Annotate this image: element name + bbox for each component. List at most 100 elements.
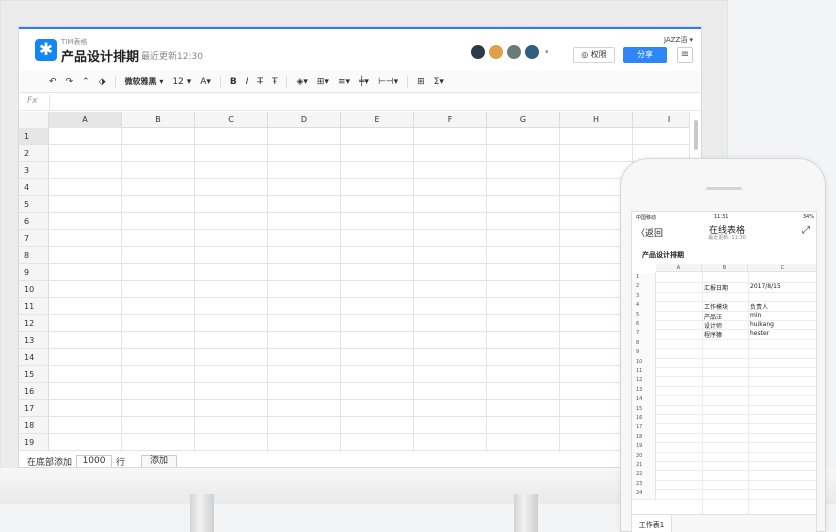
phone-row-header[interactable]: 15 bbox=[632, 404, 656, 414]
avatar[interactable] bbox=[507, 45, 521, 59]
column-header[interactable]: B bbox=[122, 112, 195, 128]
phone-column-header[interactable]: A bbox=[656, 264, 702, 272]
underline-button[interactable]: Ŧ bbox=[272, 77, 278, 87]
align-icon[interactable]: ≡▾ bbox=[338, 77, 350, 87]
phone-row-header[interactable]: 21 bbox=[632, 461, 656, 471]
phone-cell[interactable]: 2017/8/15 bbox=[750, 283, 781, 290]
column-header[interactable]: C bbox=[195, 112, 268, 128]
row-header[interactable]: 4 bbox=[19, 179, 49, 196]
permission-button[interactable]: ◎ 权限 bbox=[573, 47, 615, 63]
column-header[interactable]: A bbox=[49, 112, 122, 128]
phone-row-header[interactable]: 22 bbox=[632, 470, 656, 480]
freeze-icon[interactable]: ⊞ bbox=[417, 77, 425, 87]
formula-input[interactable] bbox=[49, 94, 701, 110]
column-header[interactable]: E bbox=[341, 112, 414, 128]
row-header[interactable]: 15 bbox=[19, 366, 49, 383]
phone-row-header[interactable]: 6 bbox=[632, 320, 656, 330]
phone-column-header[interactable]: B bbox=[702, 264, 748, 272]
sheet-tab[interactable]: 工作表1 bbox=[632, 515, 672, 532]
column-header[interactable]: G bbox=[487, 112, 560, 128]
undo-icon[interactable]: ↶ bbox=[49, 77, 57, 87]
phone-column-header[interactable]: C bbox=[748, 264, 816, 272]
row-header[interactable]: 10 bbox=[19, 281, 49, 298]
phone-row-header[interactable]: 10 bbox=[632, 357, 656, 367]
select-all-corner[interactable] bbox=[19, 112, 49, 128]
redo-icon[interactable]: ↷ bbox=[66, 77, 74, 87]
share-icon[interactable]: ⤢ bbox=[802, 225, 810, 236]
strikethrough-button[interactable]: T̶ bbox=[257, 77, 263, 87]
phone-cell[interactable]: 汇报日期 bbox=[704, 283, 728, 292]
phone-row-header[interactable]: 7 bbox=[632, 329, 656, 339]
avatar[interactable] bbox=[525, 45, 539, 59]
phone-row-header[interactable]: 16 bbox=[632, 414, 656, 424]
merge-cells-icon[interactable]: ⊢⊣▾ bbox=[378, 77, 398, 87]
add-rows-button[interactable]: 添加 bbox=[141, 454, 178, 467]
phone-cell[interactable]: hester bbox=[750, 330, 769, 337]
phone-row-header[interactable]: 3 bbox=[632, 291, 656, 302]
phone-row-header[interactable]: 11 bbox=[632, 367, 656, 377]
phone-cell[interactable]: min bbox=[750, 312, 761, 319]
phone-cell[interactable]: 设计师 bbox=[704, 321, 722, 330]
row-header[interactable]: 9 bbox=[19, 264, 49, 281]
phone-row-header[interactable]: 12 bbox=[632, 376, 656, 386]
phone-row-header[interactable]: 17 bbox=[632, 423, 656, 433]
phone-row-header[interactable]: 13 bbox=[632, 385, 656, 396]
vertical-align-icon[interactable]: ╪▾ bbox=[359, 77, 369, 87]
bold-button[interactable]: B bbox=[230, 77, 237, 87]
avatar[interactable] bbox=[489, 45, 503, 59]
menu-icon[interactable]: ≡ bbox=[677, 47, 693, 63]
phone-cell[interactable]: 程序猿 bbox=[704, 330, 722, 339]
user-name[interactable]: JAZZ滔 ▾ bbox=[664, 35, 693, 45]
phone-row-header[interactable]: 1 bbox=[632, 273, 656, 283]
collaborator-avatars[interactable]: ▾ bbox=[471, 45, 549, 59]
fill-color-icon[interactable]: ◈▾ bbox=[296, 77, 307, 87]
phone-row-header[interactable]: 2 bbox=[632, 282, 656, 292]
italic-button[interactable]: I bbox=[246, 77, 249, 87]
column-header[interactable]: I bbox=[633, 112, 701, 128]
border-icon[interactable]: ⊞▾ bbox=[317, 77, 329, 87]
phone-row-header[interactable]: 18 bbox=[632, 432, 656, 443]
row-header[interactable]: 6 bbox=[19, 213, 49, 230]
back-button[interactable]: 〈返回 bbox=[636, 226, 663, 239]
column-header[interactable]: F bbox=[414, 112, 487, 128]
row-header[interactable]: 14 bbox=[19, 349, 49, 366]
row-header[interactable]: 3 bbox=[19, 162, 49, 179]
phone-row-header[interactable]: 5 bbox=[632, 310, 656, 320]
row-header[interactable]: 2 bbox=[19, 145, 49, 162]
phone-row-header[interactable]: 19 bbox=[632, 442, 656, 452]
avatar[interactable] bbox=[471, 45, 485, 59]
column-header[interactable]: H bbox=[560, 112, 633, 128]
row-header[interactable]: 8 bbox=[19, 247, 49, 264]
phone-cell[interactable]: 工作模块 bbox=[704, 302, 728, 311]
text-color-icon[interactable]: A▾ bbox=[200, 77, 211, 87]
phone-row-header[interactable]: 8 bbox=[632, 338, 656, 349]
phone-row-header[interactable]: 24 bbox=[632, 489, 656, 499]
chevron-down-icon[interactable]: ▾ bbox=[545, 48, 549, 56]
phone-row-header[interactable]: 4 bbox=[632, 301, 656, 311]
row-header[interactable]: 1 bbox=[19, 128, 49, 145]
font-family-select[interactable]: 微软雅黑 ▾ bbox=[125, 76, 164, 87]
row-header[interactable]: 7 bbox=[19, 230, 49, 247]
row-header[interactable]: 12 bbox=[19, 315, 49, 332]
row-header[interactable]: 19 bbox=[19, 434, 49, 451]
row-header[interactable]: 11 bbox=[19, 298, 49, 315]
phone-cell[interactable]: 负责人 bbox=[750, 302, 768, 311]
phone-row-header[interactable]: 23 bbox=[632, 479, 656, 490]
phone-row-header[interactable]: 14 bbox=[632, 395, 656, 405]
phone-cell[interactable]: huikang bbox=[750, 321, 774, 328]
clear-format-icon[interactable]: ⌃ bbox=[82, 77, 90, 87]
format-painter-icon[interactable]: ⬗ bbox=[99, 77, 106, 87]
row-header[interactable]: 16 bbox=[19, 383, 49, 400]
sum-icon[interactable]: Σ▾ bbox=[434, 77, 444, 87]
phone-row-header[interactable]: 20 bbox=[632, 451, 656, 461]
row-count-input[interactable]: 1000 bbox=[76, 454, 113, 467]
phone-row-header[interactable]: 9 bbox=[632, 348, 656, 358]
font-size-select[interactable]: 12 ▾ bbox=[172, 77, 191, 87]
row-header[interactable]: 5 bbox=[19, 196, 49, 213]
row-header[interactable]: 17 bbox=[19, 400, 49, 417]
row-header[interactable]: 18 bbox=[19, 417, 49, 434]
row-header[interactable]: 13 bbox=[19, 332, 49, 349]
phone-cell[interactable]: 产品汪 bbox=[704, 312, 722, 321]
share-button[interactable]: 分享 bbox=[623, 47, 667, 63]
column-header[interactable]: D bbox=[268, 112, 341, 128]
